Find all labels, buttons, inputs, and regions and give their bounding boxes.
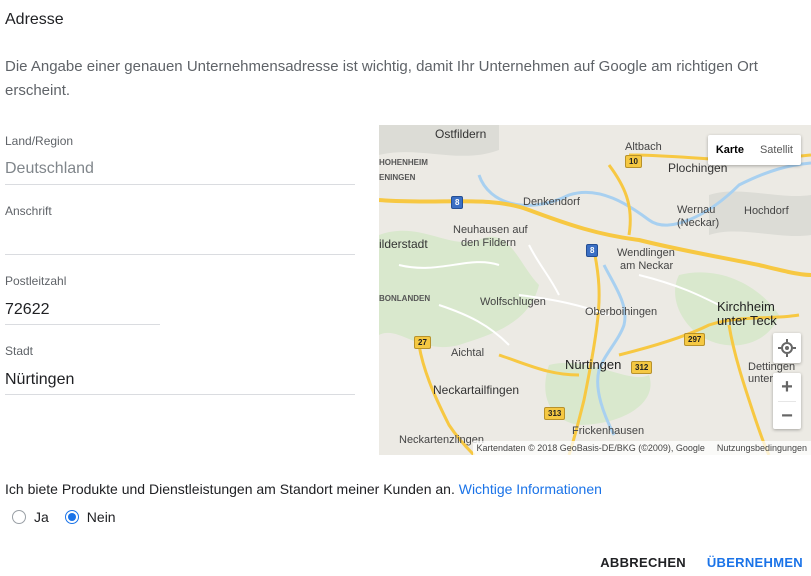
map-label-neuhausen-2: den Fildern xyxy=(461,237,517,249)
radio-no-circle[interactable] xyxy=(64,510,79,524)
crosshair-icon xyxy=(778,339,796,357)
radio-yes[interactable]: Ja xyxy=(12,509,49,525)
radio-yes-label: Ja xyxy=(34,509,49,525)
map-label-altbach: Altbach xyxy=(625,141,662,153)
map-label-wolfschlugen: Wolfschlugen xyxy=(480,296,546,308)
dialog-title: Adresse xyxy=(5,11,64,28)
map-label-bonlanden: BONLANDEN xyxy=(379,294,431,303)
map-label-hochdorf: Hochdorf xyxy=(744,205,789,217)
country-field[interactable]: Land/Region Deutschland xyxy=(5,133,355,185)
map-label-kirchheim-2: unter Teck xyxy=(717,313,777,328)
road-shield-8-west: 8 xyxy=(451,196,464,209)
map-label-wendlingen-1: Wendlingen xyxy=(617,247,675,259)
street-underline xyxy=(5,254,355,255)
zoom-out-button[interactable]: − xyxy=(773,402,801,430)
map-label-oberboihingen: Oberboihingen xyxy=(585,306,658,318)
map-label-neckartenzlingen: Neckartenzlingen xyxy=(399,434,484,446)
map-label-neuhausen-1: Neuhausen auf xyxy=(453,224,528,236)
map-copyright: Kartendaten © 2018 GeoBasis-DE/BKG (©200… xyxy=(476,443,705,453)
map-type-satellite-button[interactable]: Satellit xyxy=(752,135,801,165)
service-area-text: Ich biete Produkte und Dienstleistungen … xyxy=(5,481,455,497)
road-shield-8-east: 8 xyxy=(586,244,599,257)
street-input[interactable] xyxy=(5,228,355,252)
map-attribution: Kartendaten © 2018 GeoBasis-DE/BKG (©200… xyxy=(472,441,811,455)
city-underline xyxy=(5,394,355,395)
cancel-button[interactable]: ABBRECHEN xyxy=(600,555,686,570)
map-label-neckartailfingen: Neckartailfingen xyxy=(433,383,520,397)
map-label-aichtal: Aichtal xyxy=(451,347,485,359)
map-canvas[interactable] xyxy=(379,125,811,455)
service-area-question: Ich biete Produkte und Dienstleistungen … xyxy=(5,481,602,497)
dialog-description: Die Angabe einer genauen Unternehmensadr… xyxy=(5,58,758,99)
country-value[interactable]: Deutschland xyxy=(5,158,355,182)
country-label: Land/Region xyxy=(5,134,74,148)
zip-field[interactable]: Postleitzahl xyxy=(5,273,160,325)
zoom-control[interactable]: + − xyxy=(773,373,801,429)
road-shield-297: 297 xyxy=(684,333,706,346)
map-label-wernau-2: (Neckar) xyxy=(677,217,720,229)
map-label-wernau-1: Wernau xyxy=(677,204,716,216)
map-type-karte-button[interactable]: Karte xyxy=(708,135,752,165)
map-label-denkendorf: Denkendorf xyxy=(523,196,580,208)
apply-button[interactable]: ÜBERNEHMEN xyxy=(707,555,803,570)
map-label-hohenheim: HOHENHEIM xyxy=(379,158,428,167)
street-field[interactable]: Anschrift xyxy=(5,203,355,255)
service-area-radio-group: Ja Nein xyxy=(12,509,132,525)
country-underline xyxy=(5,184,355,185)
map-label-kirchheim-1: Kirchheim xyxy=(717,299,775,314)
location-map[interactable]: Ostfildern Altbach Plochingen HOHENHEIM … xyxy=(379,125,811,455)
road-shield-312: 312 xyxy=(631,361,653,374)
map-label-frickenhausen: Frickenhausen xyxy=(572,425,645,437)
road-shield-27: 27 xyxy=(414,336,431,349)
street-label: Anschrift xyxy=(5,204,52,218)
radio-no-label: Nein xyxy=(86,509,116,525)
zoom-in-button[interactable]: + xyxy=(773,373,801,401)
map-label-wendlingen-2: am Neckar xyxy=(620,260,674,272)
city-field[interactable]: Stadt xyxy=(5,343,355,395)
zip-input[interactable] xyxy=(5,298,160,322)
radio-yes-circle[interactable] xyxy=(12,510,26,524)
important-info-link[interactable]: Wichtige Informationen xyxy=(459,481,602,497)
map-label-filderstadt: ilderstadt xyxy=(379,237,428,251)
radio-no[interactable]: Nein xyxy=(64,509,116,525)
zip-label: Postleitzahl xyxy=(5,274,67,288)
zip-underline xyxy=(5,324,160,325)
my-location-button[interactable] xyxy=(773,333,801,363)
map-type-control[interactable]: Karte Satellit xyxy=(707,135,801,165)
map-terms-link[interactable]: Nutzungsbedingungen xyxy=(717,441,807,455)
road-shield-10: 10 xyxy=(625,155,642,168)
map-label-enigen: ENINGEN xyxy=(379,173,416,182)
city-label: Stadt xyxy=(5,344,34,358)
city-input[interactable] xyxy=(5,368,355,392)
map-label-nuertingen: Nürtingen xyxy=(565,357,622,372)
map-label-ostfildern: Ostfildern xyxy=(435,127,487,141)
road-shield-313: 313 xyxy=(544,407,566,420)
